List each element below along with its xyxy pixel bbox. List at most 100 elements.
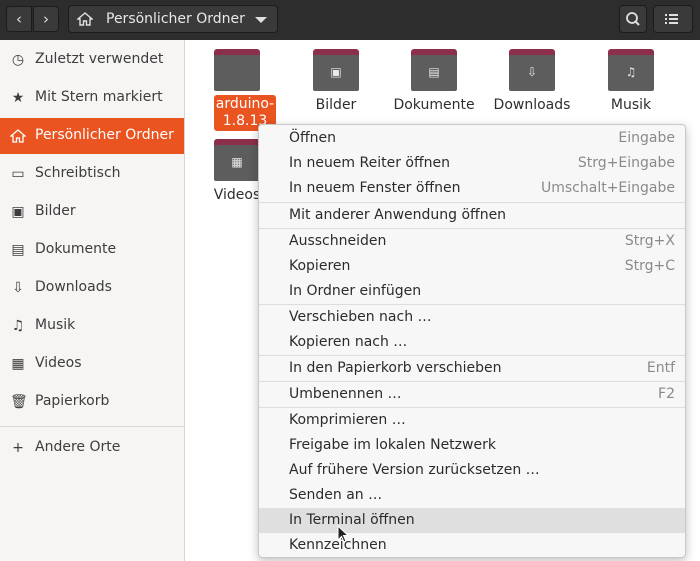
sidebar: ◷ Zuletzt verwendet ★ Mit Stern markiert… — [0, 40, 185, 561]
menu-item-send-to[interactable]: Senden an … — [259, 483, 685, 508]
forward-icon: › — [43, 10, 49, 28]
pictures-folder-icon: ▣ — [313, 49, 359, 91]
recent-icon: ◷ — [11, 52, 25, 68]
menu-item-open-in-terminal[interactable]: In Terminal öffnen — [259, 508, 685, 533]
mouse-pointer-icon — [337, 525, 350, 543]
sidebar-item-desktop[interactable]: ▭ Schreibtisch — [0, 156, 184, 192]
forward-button[interactable]: › — [33, 6, 59, 32]
music-folder-icon: ♫ — [608, 49, 654, 91]
documents-icon: ▤ — [11, 242, 25, 258]
sidebar-item-starred[interactable]: ★ Mit Stern markiert — [0, 80, 184, 116]
file-item-downloads[interactable]: ⇩ Downloads — [487, 42, 577, 122]
sidebar-item-videos[interactable]: ▦ Videos — [0, 346, 184, 382]
menu-item-label: Verschieben nach … — [289, 309, 432, 325]
back-icon: ‹ — [16, 10, 22, 28]
menu-item-label: In den Papierkorb verschieben — [289, 360, 502, 376]
location-label: Persönlicher Ordner — [106, 11, 245, 27]
menu-item-shortcut: Strg+C — [624, 258, 675, 274]
file-label: Dokumente — [393, 97, 475, 113]
menu-item-label: In neuem Fenster öffnen — [289, 180, 461, 196]
sidebar-item-label: Bilder — [35, 203, 76, 219]
downloads-folder-icon: ⇩ — [509, 49, 555, 91]
menu-item-label: Öffnen — [289, 130, 337, 146]
sidebar-item-label: Papierkorb — [35, 393, 110, 409]
menu-item-compress[interactable]: Komprimieren … — [259, 408, 685, 433]
search-button[interactable] — [619, 5, 647, 33]
menu-item-rename[interactable]: Umbenennen … F2 — [259, 382, 685, 407]
sidebar-divider — [0, 426, 184, 427]
list-view-icon — [665, 14, 678, 24]
folder-icon — [214, 49, 260, 91]
sidebar-item-label: Persönlicher Ordner — [35, 127, 174, 143]
menu-item-label: In Ordner einfügen — [289, 283, 422, 299]
menu-item-shortcut: Eingabe — [618, 130, 675, 146]
menu-item-open[interactable]: Öffnen Eingabe — [259, 126, 685, 151]
menu-item-shortcut: Strg+X — [624, 233, 675, 249]
file-item-music[interactable]: ♫ Musik — [586, 42, 676, 122]
sidebar-item-music[interactable]: ♫ Musik — [0, 308, 184, 344]
menu-item-revert-version[interactable]: Auf frühere Version zurücksetzen … — [259, 458, 685, 483]
file-item-documents[interactable]: ▤ Dokumente — [389, 42, 479, 122]
sidebar-item-trash[interactable]: 🗑 Papierkorb — [0, 384, 184, 420]
menu-item-label: In Terminal öffnen — [289, 512, 415, 528]
sidebar-item-label: Schreibtisch — [35, 165, 121, 181]
search-icon — [626, 12, 640, 26]
chevron-down-icon — [255, 17, 267, 23]
menu-item-label: Senden an … — [289, 487, 383, 503]
menu-item-label: In neuem Reiter öffnen — [289, 155, 450, 171]
menu-item-label: Ausschneiden — [289, 233, 387, 249]
menu-item-cut[interactable]: Ausschneiden Strg+X — [259, 229, 685, 254]
sidebar-item-documents[interactable]: ▤ Dokumente — [0, 232, 184, 268]
pictures-icon: ▣ — [11, 204, 25, 220]
sidebar-item-recent[interactable]: ◷ Zuletzt verwendet — [0, 42, 184, 78]
menu-item-label: Mit anderer Anwendung öffnen — [289, 207, 507, 223]
menu-item-open-in-new-tab[interactable]: In neuem Reiter öffnen Strg+Eingabe — [259, 151, 685, 176]
menu-item-shortcut: F2 — [658, 386, 675, 402]
documents-folder-icon: ▤ — [411, 49, 457, 91]
menu-item-paste-into-folder[interactable]: In Ordner einfügen — [259, 279, 685, 304]
sidebar-item-pictures[interactable]: ▣ Bilder — [0, 194, 184, 230]
menu-item-open-in-new-window[interactable]: In neuem Fenster öffnen Umschalt+Eingabe — [259, 176, 685, 201]
file-label: Bilder — [315, 97, 357, 113]
header-bar: ‹ › Persönlicher Ordner — [0, 0, 700, 40]
file-item-arduino[interactable]: arduino-1.8.13 — [192, 42, 282, 131]
menu-item-shortcut: Entf — [646, 360, 675, 376]
menu-item-move-to[interactable]: Verschieben nach … — [259, 305, 685, 330]
file-item-pictures[interactable]: ▣ Bilder — [291, 42, 381, 122]
trash-icon: 🗑 — [10, 394, 28, 410]
menu-item-move-to-trash[interactable]: In den Papierkorb verschieben Entf — [259, 356, 685, 381]
home-icon — [10, 129, 26, 143]
menu-item-label: Komprimieren … — [289, 412, 406, 428]
sidebar-item-label: Mit Stern markiert — [35, 89, 163, 105]
sidebar-item-label: Dokumente — [35, 241, 117, 257]
menu-item-label: Kopieren — [289, 258, 351, 274]
menu-item-label: Kopieren nach … — [289, 334, 408, 350]
menu-item-shortcut: Umschalt+Eingabe — [540, 180, 675, 196]
music-icon: ♫ — [11, 318, 25, 334]
context-menu: Öffnen Eingabe In neuem Reiter öffnen Strg… — [258, 124, 686, 558]
home-icon — [77, 12, 93, 26]
view-options-button[interactable] — [653, 5, 693, 33]
location-bar[interactable]: Persönlicher Ordner — [68, 5, 278, 33]
menu-item-label: Freigabe im lokalen Netzwerk — [289, 437, 496, 453]
sidebar-item-other-locations[interactable]: + Andere Orte — [0, 430, 184, 466]
downloads-icon: ⇩ — [12, 280, 24, 296]
star-icon: ★ — [11, 90, 25, 106]
menu-item-local-network-share[interactable]: Freigabe im lokalen Netzwerk — [259, 433, 685, 458]
menu-item-label: Auf frühere Version zurücksetzen … — [289, 462, 540, 478]
menu-item-copy-to[interactable]: Kopieren nach … — [259, 330, 685, 355]
plus-icon: + — [12, 440, 24, 456]
menu-item-shortcut: Strg+Eingabe — [577, 155, 675, 171]
desktop-icon: ▭ — [11, 166, 25, 182]
sidebar-item-home[interactable]: Persönlicher Ordner — [0, 118, 184, 154]
sidebar-item-label: Zuletzt verwendet — [35, 51, 164, 67]
menu-item-label: Umbenennen … — [289, 386, 402, 402]
videos-icon: ▦ — [11, 356, 25, 372]
sidebar-item-downloads[interactable]: ⇩ Downloads — [0, 270, 184, 306]
back-button[interactable]: ‹ — [6, 6, 32, 32]
sidebar-item-label: Musik — [35, 317, 76, 333]
menu-item-open-with[interactable]: Mit anderer Anwendung öffnen — [259, 203, 685, 228]
menu-item-copy[interactable]: Kopieren Strg+C — [259, 254, 685, 279]
file-label: Downloads — [493, 97, 571, 113]
menu-item-tags[interactable]: Kennzeichnen — [259, 533, 685, 558]
